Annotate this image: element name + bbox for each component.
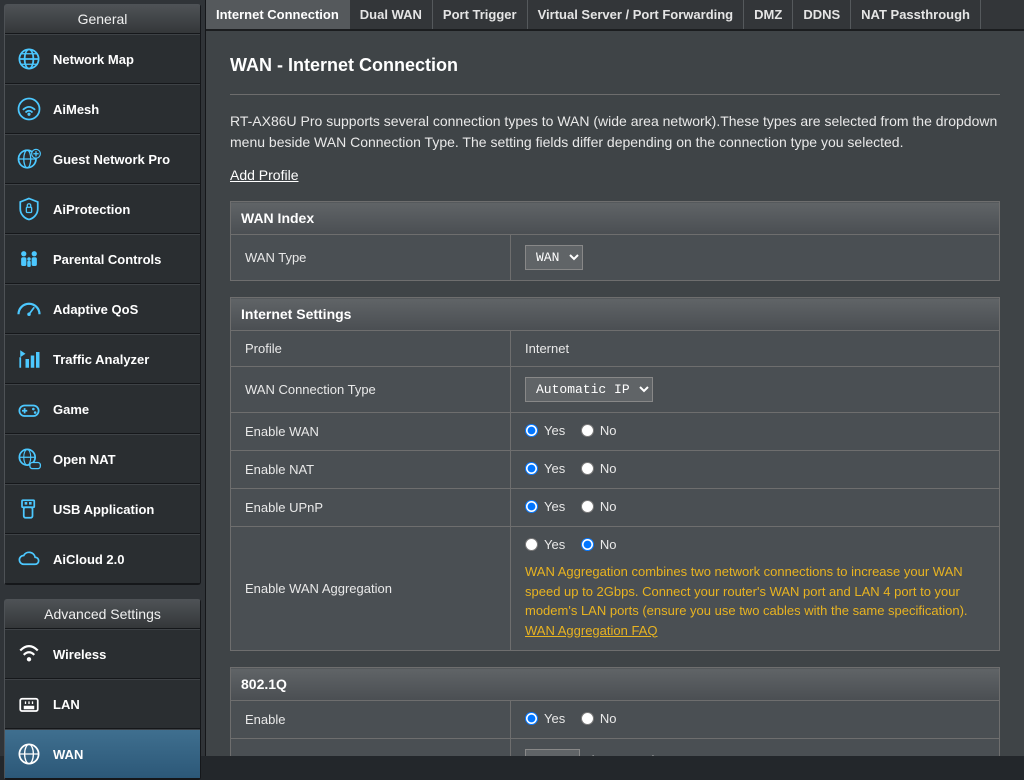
shield-icon (15, 195, 43, 223)
profile-value: Internet (511, 331, 1000, 367)
usb-icon (15, 495, 43, 523)
nav-qos[interactable]: Adaptive QoS (5, 284, 200, 334)
enable-agg-no[interactable] (581, 538, 594, 551)
enable-agg-label: Enable WAN Aggregation (231, 527, 511, 651)
nav-label: Parental Controls (53, 252, 161, 267)
dot1q-enable-label: Enable (231, 701, 511, 739)
nav-guest-network[interactable]: Guest Network Pro (5, 134, 200, 184)
general-section: General Network Map AiMesh Guest Network… (4, 4, 201, 585)
content: Internet Connection Dual WAN Port Trigge… (205, 0, 1024, 756)
enable-nat-no[interactable] (581, 462, 594, 475)
enable-nat-label: Enable NAT (231, 451, 511, 489)
cloud-icon (15, 545, 43, 573)
globe-icon (15, 740, 43, 768)
nav-label: Open NAT (53, 452, 116, 467)
globe-icon (15, 45, 43, 73)
add-profile-link[interactable]: Add Profile (230, 167, 298, 183)
page-desc: RT-AX86U Pro supports several connection… (230, 111, 1000, 153)
nav-label: AiCloud 2.0 (53, 552, 125, 567)
agg-note: WAN Aggregation combines two network con… (525, 562, 985, 640)
nav-label: WAN (53, 747, 83, 762)
sidebar: General Network Map AiMesh Guest Network… (0, 0, 205, 756)
nav-wan[interactable]: WAN (5, 729, 200, 779)
tab-port-trigger[interactable]: Port Trigger (433, 0, 528, 29)
nav-label: USB Application (53, 502, 154, 517)
globe-game-icon (15, 445, 43, 473)
traffic-icon (15, 345, 43, 373)
nav-label: Traffic Analyzer (53, 352, 149, 367)
tab-dmz[interactable]: DMZ (744, 0, 793, 29)
tab-ddns[interactable]: DDNS (793, 0, 851, 29)
tab-internet-connection[interactable]: Internet Connection (206, 0, 350, 29)
wan-index-header: WAN Index (231, 202, 1000, 235)
nav-label: AiMesh (53, 102, 99, 117)
dot1q-enable-no[interactable] (581, 712, 594, 725)
dot1q-header: 802.1Q (231, 668, 1000, 701)
page-title: WAN - Internet Connection (230, 55, 1000, 95)
nav-label: Network Map (53, 52, 134, 67)
nav-label: Wireless (53, 647, 106, 662)
nav-label: Adaptive QoS (53, 302, 138, 317)
dot1q-enable-yes[interactable] (525, 712, 538, 725)
vlan-id-label: VLAN ID (231, 739, 511, 757)
dot1q-table: 802.1Q Enable Yes No VLAN ID ( 2 ~ 4094 … (230, 667, 1000, 756)
enable-wan-no[interactable] (581, 424, 594, 437)
tab-bar: Internet Connection Dual WAN Port Trigge… (206, 0, 1024, 31)
nav-lan[interactable]: LAN (5, 679, 200, 729)
nav-label: AiProtection (53, 202, 130, 217)
wireless-icon (15, 640, 43, 668)
tab-nat-passthrough[interactable]: NAT Passthrough (851, 0, 981, 29)
wan-index-table: WAN Index WAN Type WAN (230, 201, 1000, 281)
enable-wan-label: Enable WAN (231, 413, 511, 451)
enable-wan-yes[interactable] (525, 424, 538, 437)
conn-type-label: WAN Connection Type (231, 367, 511, 413)
lan-port-icon (15, 690, 43, 718)
nav-aicloud[interactable]: AiCloud 2.0 (5, 534, 200, 584)
nav-network-map[interactable]: Network Map (5, 34, 200, 84)
nav-wireless[interactable]: Wireless (5, 629, 200, 679)
general-header: General (5, 5, 200, 34)
nav-aiprotection[interactable]: AiProtection (5, 184, 200, 234)
nav-traffic[interactable]: Traffic Analyzer (5, 334, 200, 384)
nav-label: Guest Network Pro (53, 152, 170, 167)
enable-upnp-no[interactable] (581, 500, 594, 513)
enable-agg-yes[interactable] (525, 538, 538, 551)
gauge-icon (15, 295, 43, 323)
agg-faq-link[interactable]: WAN Aggregation FAQ (525, 623, 657, 638)
tab-port-forwarding[interactable]: Virtual Server / Port Forwarding (528, 0, 745, 29)
nav-usb[interactable]: USB Application (5, 484, 200, 534)
nav-parental[interactable]: Parental Controls (5, 234, 200, 284)
advanced-header: Advanced Settings (5, 600, 200, 629)
gamepad-icon (15, 395, 43, 423)
conn-type-select[interactable]: Automatic IP (525, 377, 653, 402)
enable-nat-yes[interactable] (525, 462, 538, 475)
main-area: WAN - Internet Connection RT-AX86U Pro s… (206, 31, 1024, 756)
nav-label: LAN (53, 697, 80, 712)
internet-settings-header: Internet Settings (231, 298, 1000, 331)
nav-aimesh[interactable]: AiMesh (5, 84, 200, 134)
tab-dual-wan[interactable]: Dual WAN (350, 0, 433, 29)
vlan-id-input[interactable] (525, 749, 580, 756)
wifi-circle-icon (15, 95, 43, 123)
enable-upnp-label: Enable UPnP (231, 489, 511, 527)
nav-opennat[interactable]: Open NAT (5, 434, 200, 484)
profile-label: Profile (231, 331, 511, 367)
enable-upnp-yes[interactable] (525, 500, 538, 513)
globe-plus-icon (15, 145, 43, 173)
internet-settings-table: Internet Settings Profile Internet WAN C… (230, 297, 1000, 651)
wan-type-label: WAN Type (231, 235, 511, 281)
advanced-section: Advanced Settings Wireless LAN WAN (4, 599, 201, 780)
wan-type-select[interactable]: WAN (525, 245, 583, 270)
family-icon (15, 245, 43, 273)
nav-label: Game (53, 402, 89, 417)
nav-game[interactable]: Game (5, 384, 200, 434)
